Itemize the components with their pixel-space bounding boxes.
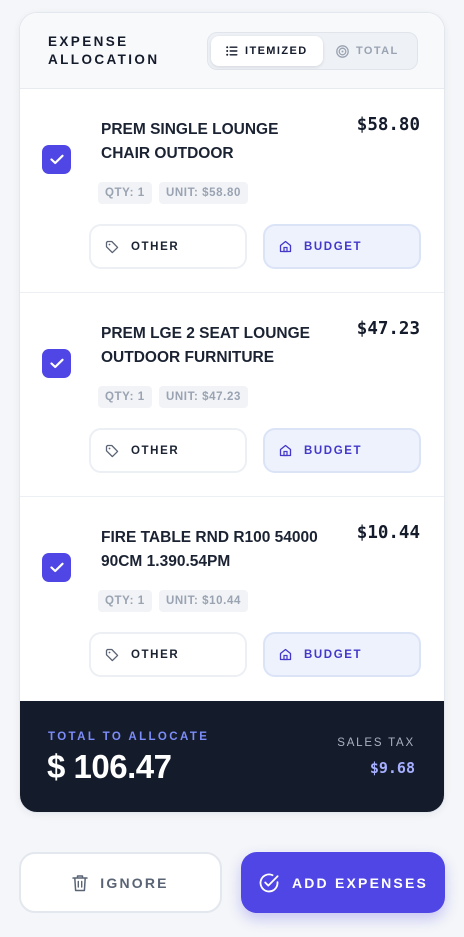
card-header: EXPENSE ALLOCATION ITEMIZED TOTAL [20, 13, 444, 89]
total-summary-panel: TOTAL TO ALLOCATE $ 106.47 SALES TAX $9.… [20, 701, 444, 812]
sales-tax-value: $9.68 [369, 759, 415, 777]
item-price: $10.44 [356, 523, 420, 543]
qty-badge: QTY: 1 [98, 386, 152, 408]
category-other-label: OTHER [131, 648, 180, 661]
list-item: PREM LGE 2 SEAT LOUNGE OUTDOOR FURNITURE… [20, 293, 444, 497]
page-title: EXPENSE ALLOCATION [48, 34, 160, 67]
ignore-button[interactable]: IGNORE [19, 852, 222, 913]
target-icon [336, 44, 349, 58]
item-checkbox[interactable] [42, 553, 71, 582]
category-other-label: OTHER [131, 240, 180, 253]
total-value: $ 106.47 [47, 748, 172, 785]
qty-badge: QTY: 1 [98, 590, 152, 612]
category-other-button[interactable]: OTHER [89, 224, 247, 269]
trash-icon [72, 874, 89, 891]
qty-badge: QTY: 1 [98, 182, 152, 204]
item-name: FIRE TABLE RND R100 54000 90CM 1.390.54P… [101, 529, 318, 570]
unit-price-badge: UNIT: $47.23 [159, 386, 248, 408]
list-item: FIRE TABLE RND R100 54000 90CM 1.390.54P… [20, 497, 444, 701]
checkmark-icon [49, 562, 64, 573]
item-name: PREM LGE 2 SEAT LOUNGE OUTDOOR FURNITURE [101, 325, 310, 366]
expense-allocation-card: EXPENSE ALLOCATION ITEMIZED TOTAL PREM S… [19, 12, 445, 813]
item-price: $58.80 [356, 115, 420, 135]
category-budget-label: BUDGET [304, 444, 363, 457]
item-checkbox[interactable] [42, 349, 71, 378]
ignore-button-label: IGNORE [100, 874, 169, 891]
tab-itemized-label: ITEMIZED [245, 45, 308, 57]
add-expenses-label: ADD EXPENSES [291, 874, 429, 891]
category-other-label: OTHER [131, 444, 180, 457]
add-expenses-button[interactable]: ADD EXPENSES [241, 852, 445, 913]
item-name: PREM SINGLE LOUNGE CHAIR OUTDOOR [101, 121, 279, 162]
home-icon [279, 648, 292, 661]
category-budget-label: BUDGET [304, 648, 363, 661]
list-item: PREM SINGLE LOUNGE CHAIR OUTDOOR $58.80 … [20, 89, 444, 293]
list-icon [226, 46, 238, 56]
tab-total[interactable]: TOTAL [336, 36, 399, 66]
item-checkbox[interactable] [42, 145, 71, 174]
tag-icon [105, 444, 119, 457]
sales-tax-label: SALES TAX [337, 737, 415, 749]
view-toggle: ITEMIZED TOTAL [207, 32, 418, 70]
item-price: $47.23 [356, 319, 420, 339]
tab-total-label: TOTAL [356, 45, 399, 57]
category-budget-button[interactable]: BUDGET [263, 224, 421, 269]
checkmark-icon [49, 358, 64, 369]
home-icon [279, 240, 292, 253]
category-budget-button[interactable]: BUDGET [263, 428, 421, 473]
unit-price-badge: UNIT: $10.44 [159, 590, 248, 612]
tab-itemized[interactable]: ITEMIZED [211, 36, 323, 66]
category-budget-button[interactable]: BUDGET [263, 632, 421, 677]
tag-icon [105, 240, 119, 253]
unit-price-badge: UNIT: $58.80 [159, 182, 248, 204]
category-other-button[interactable]: OTHER [89, 428, 247, 473]
category-other-button[interactable]: OTHER [89, 632, 247, 677]
checkmark-icon [49, 154, 64, 165]
tag-icon [105, 648, 119, 661]
check-circle-icon [259, 873, 279, 892]
category-budget-label: BUDGET [304, 240, 363, 253]
home-icon [279, 444, 292, 457]
total-label: TOTAL TO ALLOCATE [48, 731, 210, 743]
